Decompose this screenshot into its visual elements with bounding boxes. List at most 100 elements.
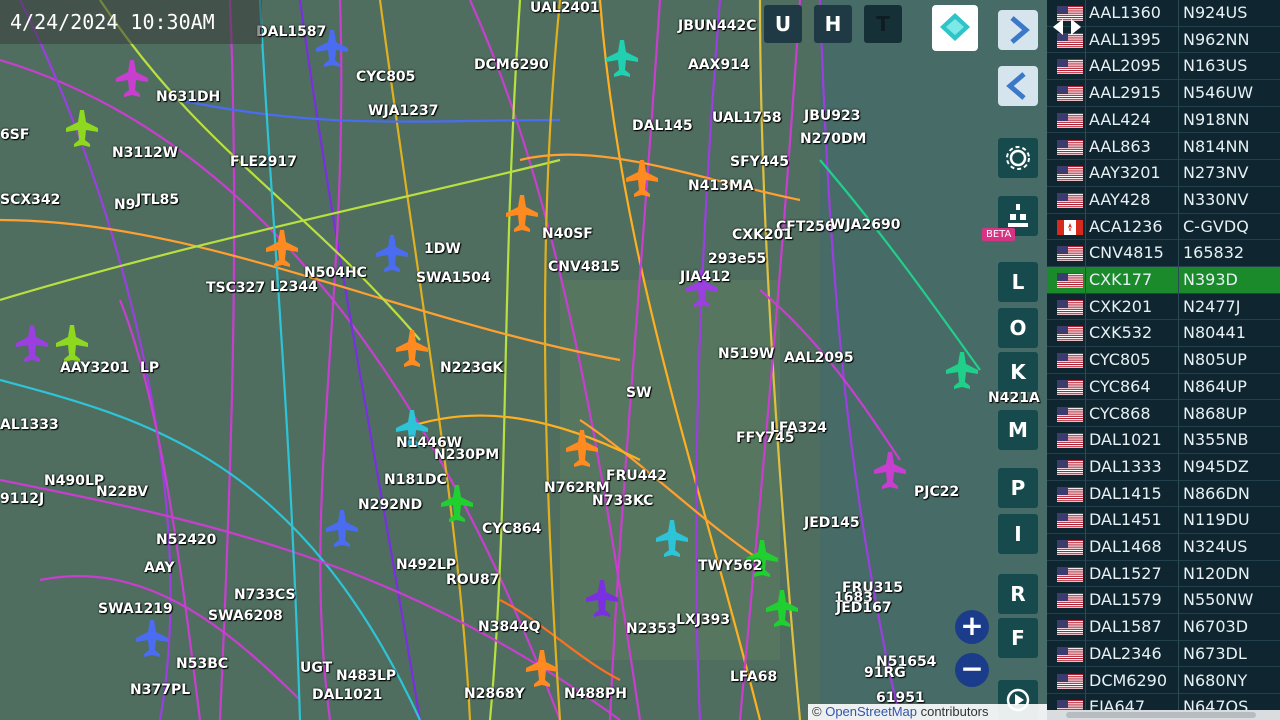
aircraft-label[interactable]: N3112W (112, 145, 178, 161)
aircraft-label[interactable]: N9 (114, 197, 135, 213)
aircraft-label[interactable]: CYC864 (482, 521, 541, 537)
previous-button[interactable] (998, 66, 1038, 106)
aircraft-label[interactable]: UGT (300, 660, 332, 676)
flight-list-row[interactable]: DAL1579 N550NW (1047, 587, 1280, 615)
aircraft-label[interactable]: 91RG (864, 665, 906, 681)
aircraft-label[interactable]: FLE2917 (230, 154, 297, 170)
aircraft-label[interactable]: JED145 (804, 515, 860, 531)
flight-list-row[interactable]: DAL1587 N6703D (1047, 614, 1280, 641)
flight-list-row[interactable]: AAY428 N330NV (1047, 187, 1280, 214)
aircraft-label[interactable]: DCM6290 (474, 57, 549, 73)
aircraft-label[interactable]: WJA2690 (830, 217, 900, 233)
aircraft-label[interactable]: AAL2095 (784, 350, 854, 366)
u-button[interactable]: U (764, 5, 802, 43)
flight-list-row[interactable]: AAL2095 N163US (1047, 53, 1280, 81)
flight-map[interactable]: DAL1587 UAL2401 JBUN442C DCM6290 AAX914 6SF N6… (0, 0, 1047, 720)
aircraft-label[interactable]: N631DH (156, 89, 220, 105)
aircraft-label[interactable]: SWA1504 (416, 270, 491, 286)
aircraft-label[interactable]: AAX914 (688, 57, 750, 73)
flight-list-row[interactable]: ACA1236 C-GVDQ (1047, 214, 1280, 241)
aircraft-label[interactable]: AAY (144, 560, 174, 576)
aircraft-label[interactable]: JBUN442C (678, 18, 756, 34)
aircraft-label[interactable]: 9112J (0, 491, 44, 507)
flight-list-row[interactable]: DAL2346 N673DL (1047, 641, 1280, 668)
next-button[interactable] (998, 10, 1038, 50)
flight-list-row[interactable]: AAL2915 N546UW (1047, 80, 1280, 107)
aircraft-label[interactable]: N519W (718, 346, 774, 362)
flight-list-row[interactable]: CYC805 N805UP (1047, 347, 1280, 374)
flight-list-row[interactable]: AAL424 N918NN (1047, 107, 1280, 134)
side-button-k[interactable]: K (998, 352, 1038, 392)
aircraft-label[interactable]: N22BV (96, 484, 148, 500)
flight-list-row[interactable]: DAL1415 N866DN (1047, 481, 1280, 508)
aircraft-label[interactable]: N52420 (156, 532, 216, 548)
aircraft-label[interactable]: N421A (988, 390, 1040, 406)
flight-list-row[interactable]: CNV4815 165832 (1047, 240, 1280, 267)
aircraft-label[interactable]: TSC327 (206, 280, 265, 296)
aircraft-label[interactable]: JIA412 (680, 269, 730, 285)
aircraft-label[interactable]: UAL1758 (712, 110, 782, 126)
aircraft-label[interactable]: TWY562 (698, 558, 762, 574)
flight-list-row[interactable]: CXK532 N80441 (1047, 320, 1280, 348)
aircraft-label[interactable]: SCX342 (0, 192, 60, 208)
flight-list-row[interactable]: DAL1451 N119DU (1047, 507, 1280, 534)
aircraft-label[interactable]: SFY445 (730, 154, 789, 170)
side-button-l[interactable]: L (998, 262, 1038, 302)
aircraft-label[interactable]: N40SF (542, 226, 593, 242)
aircraft-label[interactable]: AL1333 (0, 417, 59, 433)
flight-list-row[interactable]: CYC868 N868UP (1047, 401, 1280, 428)
aircraft-label[interactable]: N2353 (626, 621, 677, 637)
aircraft-label[interactable]: N377PL (130, 682, 190, 698)
aircraft-label[interactable]: DAL145 (632, 118, 693, 134)
flight-list-row[interactable]: DAL1021 N355NB (1047, 427, 1280, 454)
aircraft-label[interactable]: N270DM (800, 131, 867, 147)
aircraft-label[interactable]: N53BC (176, 656, 228, 672)
aircraft-label[interactable]: DAL1587 (256, 24, 326, 40)
osm-link[interactable]: OpenStreetMap (825, 704, 917, 719)
aircraft-label[interactable]: JBU923 (804, 108, 860, 124)
aircraft-label[interactable]: 1DW (424, 241, 461, 257)
aircraft-label[interactable]: N413MA (688, 178, 754, 194)
aircraft-label[interactable]: N733CS (234, 587, 296, 603)
flight-list-row[interactable]: DCM6290 N680NY (1047, 668, 1280, 695)
flight-list-row[interactable]: CXK201 N2477J (1047, 294, 1280, 321)
aircraft-label[interactable]: L2344 (270, 279, 318, 295)
flight-list-row[interactable]: CXK177 N393D (1047, 267, 1280, 294)
flight-list-row[interactable]: DAL1527 N120DN (1047, 561, 1280, 588)
aircraft-label[interactable]: CNV4815 (548, 259, 620, 275)
zoom-in-button[interactable]: + (955, 610, 989, 644)
aircraft-label[interactable]: SWA6208 (208, 608, 283, 624)
aircraft-label[interactable]: N292ND (358, 497, 422, 513)
side-button-r[interactable]: R (998, 574, 1038, 614)
zoom-out-button[interactable]: − (955, 653, 989, 687)
aircraft-label[interactable]: SWA1219 (98, 601, 173, 617)
side-button-o[interactable]: O (998, 308, 1038, 348)
side-button-i[interactable]: I (998, 514, 1038, 554)
aircraft-label[interactable]: N733KC (592, 493, 653, 509)
aircraft-label[interactable]: LFA68 (730, 669, 777, 685)
aircraft-label[interactable]: JTL85 (136, 192, 179, 208)
h-button[interactable]: H (814, 5, 852, 43)
side-button-p[interactable]: P (998, 468, 1038, 508)
side-button-f[interactable]: F (998, 618, 1038, 658)
aircraft-label[interactable]: LP (140, 360, 159, 376)
aircraft-label[interactable]: N2868Y (464, 686, 525, 702)
aircraft-label[interactable]: FRU442 (606, 468, 667, 484)
scrollbar-thumb[interactable] (1066, 712, 1256, 718)
aircraft-label[interactable]: LXJ393 (676, 612, 730, 628)
aircraft-label[interactable]: 6SF (0, 127, 29, 143)
aircraft-label[interactable]: N223GK (440, 360, 503, 376)
flight-list-row[interactable]: DAL1468 N324US (1047, 534, 1280, 561)
aircraft-label[interactable]: UAL2401 (530, 0, 600, 16)
aircraft-label[interactable]: N488PH (564, 686, 627, 702)
flight-list-row[interactable]: AAL863 N814NN (1047, 134, 1280, 161)
side-button-m[interactable]: M (998, 410, 1038, 450)
aircraft-label[interactable]: N181DC (384, 472, 447, 488)
aircraft-label[interactable]: FFY745 (736, 430, 795, 446)
aircraft-label[interactable]: DAL1021 (312, 687, 382, 703)
flight-list-row[interactable]: DAL1333 N945DZ (1047, 454, 1280, 481)
aircraft-label[interactable]: PJC22 (914, 484, 959, 500)
aircraft-label[interactable]: AAY3201 (60, 360, 129, 376)
aircraft-label[interactable]: N230PM (434, 447, 499, 463)
settings-button[interactable] (998, 138, 1038, 178)
